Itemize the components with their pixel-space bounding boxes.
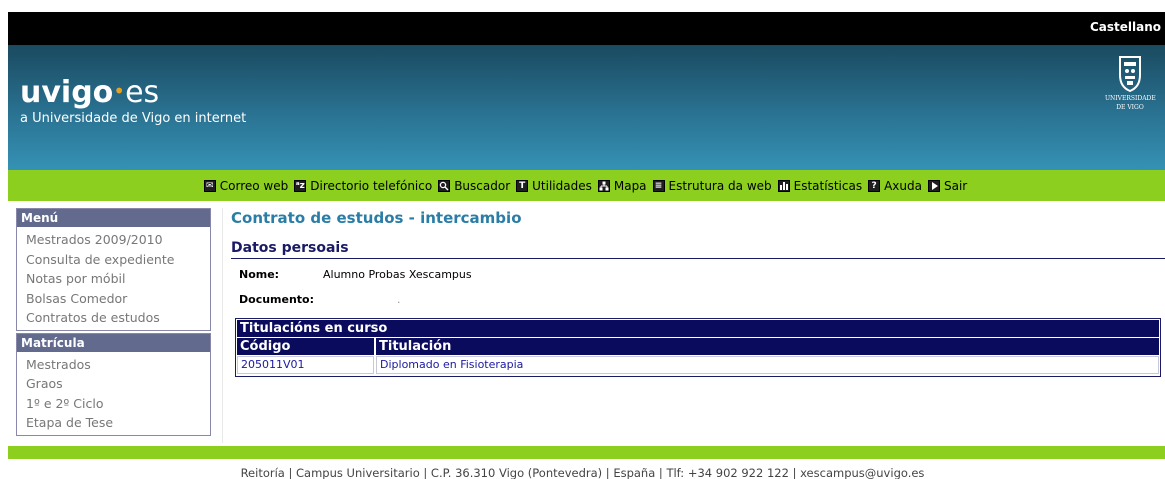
nav-correo-web[interactable]: ✉ Correo web — [203, 178, 289, 193]
nav-label-utilidades: Utilidades — [532, 178, 592, 193]
sidebar-divider — [222, 208, 223, 443]
footer-address: Reitoría | Campus Universitario | C.P. 3… — [240, 466, 925, 479]
nav-utilidades[interactable]: T Utilidades — [516, 179, 592, 193]
sidebar: Menú Mestrados 2009/2010 Consulta de exp… — [16, 208, 211, 436]
nav-directorio-telefonico[interactable]: ᵃz Directorio telefónico — [294, 179, 432, 193]
nav-label-buscador: Buscador — [454, 178, 511, 193]
footer-green-bar — [8, 446, 1165, 459]
cell-codigo[interactable]: 205011V01 — [237, 356, 374, 374]
column-header-titulacion: Titulación — [376, 338, 1159, 355]
field-value-documento: . — [397, 293, 401, 306]
titulacions-table-header-row: Código Titulación — [237, 338, 1159, 355]
language-link-castellano[interactable]: Castellano — [1090, 20, 1161, 34]
nav-label-estatisticas: Estatísticas — [793, 178, 863, 193]
field-row-documento: Documento: . — [231, 293, 1165, 309]
sidebar-item-bolsas-comedor[interactable]: Bolsas Comedor — [17, 289, 210, 309]
nav-label-correo-web: Correo web — [219, 178, 289, 193]
logo-text-uvigo: uvigo — [20, 75, 114, 110]
help-icon: ? — [868, 179, 881, 192]
search-icon — [438, 179, 451, 192]
titulacions-table-title: Titulacións en curso — [237, 320, 1159, 337]
sidebar-item-contratos-de-estudos[interactable]: Contratos de estudos — [17, 308, 210, 328]
university-crest-logo: UNIVERSIDADE DE VIGO — [1105, 55, 1156, 155]
sidebar-matricula-box: Matrícula Mestrados Graos 1º e 2º Ciclo … — [16, 332, 211, 436]
nav-sair[interactable]: Sair — [927, 178, 968, 193]
nav-axuda[interactable]: ? Axuda — [868, 179, 922, 193]
sidebar-menu-list: Mestrados 2009/2010 Consulta de expedien… — [17, 227, 210, 330]
column-header-codigo: Código — [237, 338, 374, 355]
sitemap-icon: ≡ — [652, 179, 665, 192]
site-banner: uvigo•es a Universidade de Vigo en inter… — [8, 45, 1165, 170]
uvigo-logo[interactable]: uvigo•es — [20, 77, 159, 109]
site-tagline: a Universidade de Vigo en internet — [20, 111, 247, 126]
sidebar-item-notas-por-mobil[interactable]: Notas por móbil — [17, 269, 210, 289]
sidebar-matricula-list: Mestrados Graos 1º e 2º Ciclo Etapa de T… — [17, 352, 210, 435]
field-value-nome: Alumno Probas Xescampus — [323, 268, 472, 281]
nav-label-estrutura: Estrutura da web — [668, 178, 772, 193]
sidebar-matricula-heading: Matrícula — [17, 333, 210, 352]
phonebook-icon: ᵃz — [294, 179, 307, 192]
section-title-datos-persoais: Datos persoais — [231, 240, 1165, 259]
page-title: Contrato de estudos - intercambio — [231, 209, 522, 227]
nav-label-sair: Sair — [943, 178, 968, 193]
stats-icon — [777, 179, 790, 192]
cell-titulacion[interactable]: Diplomado en Fisioterapia — [376, 356, 1159, 374]
top-bar: Castellano — [8, 12, 1165, 45]
sidebar-item-graos[interactable]: Graos — [17, 374, 210, 394]
sidebar-item-etapa-de-tese[interactable]: Etapa de Tese — [17, 413, 210, 433]
field-row-nome: Nome: Alumno Probas Xescampus — [231, 268, 1165, 284]
logo-text-es: es — [125, 75, 160, 110]
sidebar-menu-box: Menú Mestrados 2009/2010 Consulta de exp… — [16, 208, 211, 331]
sidebar-menu-heading: Menú — [17, 209, 210, 227]
nav-label-axuda: Axuda — [884, 178, 922, 193]
tools-icon: T — [516, 179, 529, 192]
titulacions-table: Titulacións en curso Código Titulación 2… — [235, 318, 1161, 377]
nav-label-mapa: Mapa — [613, 178, 647, 193]
main-nav-bar: ✉ Correo web ᵃz Directorio telefónico Bu… — [8, 170, 1165, 201]
nav-label-directorio: Directorio telefónico — [310, 178, 433, 193]
table-row[interactable]: 205011V01 Diplomado en Fisioterapia — [237, 356, 1159, 374]
sidebar-item-1-e-2-ciclo[interactable]: 1º e 2º Ciclo — [17, 394, 210, 414]
nav-estrutura-da-web[interactable]: ≡ Estrutura da web — [652, 178, 772, 193]
mail-icon: ✉ — [203, 179, 216, 192]
crest-text-line1: UNIVERSIDADE — [1105, 95, 1156, 102]
nav-buscador[interactable]: Buscador — [438, 179, 510, 193]
field-label-nome: Nome: — [239, 268, 280, 281]
sidebar-item-consulta-de-expediente[interactable]: Consulta de expediente — [17, 250, 210, 270]
logo-dot: • — [113, 79, 126, 103]
crest-icon — [1119, 56, 1141, 93]
crest-text-line2: DE VIGO — [1116, 104, 1144, 111]
exit-icon — [927, 179, 940, 192]
nav-estatisticas[interactable]: Estatísticas — [777, 178, 863, 193]
sidebar-item-mestrados-2009-2010[interactable]: Mestrados 2009/2010 — [17, 230, 210, 250]
field-label-documento: Documento: — [239, 293, 315, 306]
nav-mapa[interactable]: Mapa — [597, 178, 647, 193]
main-content: Contrato de estudos - intercambio Datos … — [231, 208, 1165, 377]
map-icon — [597, 179, 610, 192]
sidebar-item-mestrados[interactable]: Mestrados — [17, 355, 210, 375]
